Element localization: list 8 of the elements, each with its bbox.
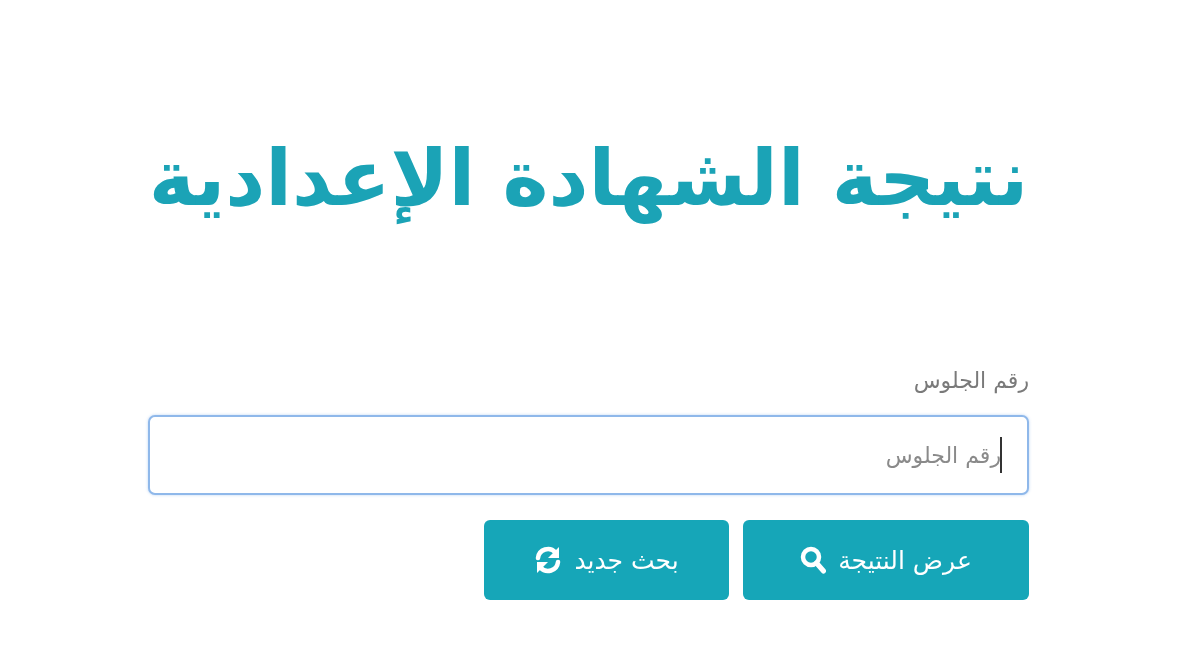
new-search-button[interactable]: بحث جديد: [484, 520, 729, 600]
field-label: رقم الجلوس: [913, 367, 1029, 396]
text-caret: [1000, 437, 1002, 473]
refresh-icon: [534, 546, 563, 574]
seat-number-field[interactable]: رقم الجلوس: [148, 415, 1029, 495]
search-icon: [800, 546, 827, 574]
page-title: نتيجة الشهادة الإعدادية: [148, 132, 1029, 226]
show-result-button[interactable]: عرض النتيجة: [743, 520, 1029, 600]
